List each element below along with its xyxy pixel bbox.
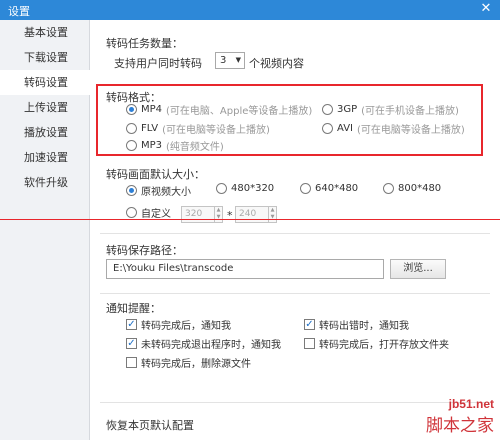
custom-size-separator: * — [227, 209, 233, 222]
format-option-avi[interactable]: AVI (可在电脑等设备上播放) — [322, 121, 465, 136]
checkbox-checked-icon: ✓ — [304, 319, 315, 330]
site-watermark: jb51.net 脚本之家 — [426, 397, 494, 436]
sidebar-item-upload[interactable]: 上传设置 — [0, 95, 89, 120]
delete-source-on-complete[interactable]: 转码完成后，删除源文件 — [126, 355, 251, 370]
custom-height-value: 240 — [239, 209, 257, 219]
format-option-name: 3GP — [337, 104, 358, 115]
radio-icon — [383, 183, 394, 194]
save-path-input[interactable]: E:\Youku Files\transcode — [106, 259, 384, 279]
tasks-suffix: 个视频内容 — [249, 57, 304, 70]
radio-icon — [126, 140, 137, 151]
radio-icon — [300, 183, 311, 194]
size-option-480x320[interactable]: 480*320 — [216, 183, 274, 194]
sidebar-item-playback[interactable]: 播放设置 — [0, 120, 89, 145]
notify-on-exit-incomplete[interactable]: ✓ 未转码完成退出程序时，通知我 — [126, 336, 281, 351]
notify-on-complete[interactable]: ✓ 转码完成后，通知我 — [126, 317, 231, 332]
sidebar-item-basic[interactable]: 基本设置 — [0, 20, 89, 45]
size-option-custom[interactable]: 自定义 — [126, 205, 171, 220]
format-option-flv[interactable]: FLV (可在电脑等设备上播放) — [126, 121, 270, 136]
checkbox-label: 转码完成后，通知我 — [141, 321, 231, 332]
radio-selected-icon — [126, 185, 137, 196]
checkbox-icon — [304, 338, 315, 349]
size-option-label: 480*320 — [231, 183, 275, 194]
watermark-domain: jb51.net — [448, 397, 494, 411]
tasks-select-value: 3 — [220, 55, 227, 66]
size-option-640x480[interactable]: 640*480 — [300, 183, 358, 194]
notify-on-error[interactable]: ✓ 转码出错时，通知我 — [304, 317, 409, 332]
tasks-select[interactable]: 3 ▼ — [215, 52, 245, 69]
custom-height-input[interactable]: 240 ▲ ▼ — [235, 206, 277, 223]
radio-icon — [126, 207, 137, 218]
checkbox-checked-icon: ✓ — [126, 338, 137, 349]
tasks-prefix: 支持用户同时转码 — [114, 57, 202, 70]
tasks-heading: 转码任务数量： — [106, 37, 183, 50]
title-bar: 设置 ✕ — [0, 0, 500, 20]
window-title: 设置 — [8, 5, 30, 18]
divider — [100, 233, 490, 234]
path-heading: 转码保存路径： — [106, 244, 183, 257]
size-option-label: 原视频大小 — [141, 187, 191, 198]
format-option-hint: (可在电脑等设备上播放) — [357, 125, 465, 136]
size-option-label: 640*480 — [315, 183, 359, 194]
sidebar-item-acceleration[interactable]: 加速设置 — [0, 145, 89, 170]
size-option-original[interactable]: 原视频大小 — [126, 183, 191, 198]
size-option-label: 800*480 — [398, 183, 442, 194]
radio-icon — [126, 123, 137, 134]
format-option-hint: (可在电脑、Apple等设备上播放) — [166, 106, 313, 117]
size-heading: 转码画面默认大小： — [106, 168, 205, 181]
checkbox-label: 未转码完成退出程序时，通知我 — [141, 340, 281, 351]
size-option-800x480[interactable]: 800*480 — [383, 183, 441, 194]
red-annotation-line — [0, 219, 500, 220]
format-option-mp3[interactable]: MP3 (纯音频文件) — [126, 138, 224, 153]
checkbox-icon — [126, 357, 137, 368]
format-option-hint: (纯音频文件) — [166, 142, 224, 153]
close-icon[interactable]: ✕ — [478, 1, 494, 17]
size-custom-label: 自定义 — [141, 209, 171, 220]
format-option-3gp[interactable]: 3GP (可在手机设备上播放) — [322, 102, 459, 117]
format-option-name: MP3 — [141, 140, 163, 151]
sidebar-item-upgrade[interactable]: 软件升级 — [0, 170, 89, 195]
checkbox-label: 转码出错时，通知我 — [319, 321, 409, 332]
checkbox-label: 转码完成后，删除源文件 — [141, 359, 251, 370]
format-option-hint: (可在电脑等设备上播放) — [162, 125, 270, 136]
browse-button[interactable]: 浏览... — [390, 259, 446, 279]
chevron-down-icon: ▼ — [235, 56, 241, 64]
restore-defaults-link[interactable]: 恢复本页默认配置 — [106, 417, 194, 433]
format-option-name: MP4 — [141, 104, 163, 115]
checkbox-checked-icon: ✓ — [126, 319, 137, 330]
format-option-name: FLV — [141, 123, 159, 134]
format-option-hint: (可在手机设备上播放) — [361, 106, 459, 117]
format-option-name: AVI — [337, 123, 353, 134]
divider — [100, 293, 490, 294]
notify-heading: 通知提醒： — [106, 302, 161, 315]
format-option-mp4[interactable]: MP4 (可在电脑、Apple等设备上播放) — [126, 102, 312, 117]
open-folder-on-complete[interactable]: 转码完成后，打开存放文件夹 — [304, 336, 449, 351]
custom-width-value: 320 — [185, 209, 203, 219]
radio-selected-icon — [126, 104, 137, 115]
settings-panel: 转码任务数量： 支持用户同时转码 3 ▼ 个视频内容 转码格式： MP4 (可在… — [0, 20, 500, 440]
sidebar: 基本设置 下载设置 转码设置 上传设置 播放设置 加速设置 软件升级 — [0, 20, 90, 440]
checkbox-label: 转码完成后，打开存放文件夹 — [319, 340, 449, 351]
watermark-name: 脚本之家 — [426, 416, 494, 436]
sidebar-item-download[interactable]: 下载设置 — [0, 45, 89, 70]
custom-width-input[interactable]: 320 ▲ ▼ — [181, 206, 223, 223]
radio-icon — [322, 123, 333, 134]
sidebar-item-transcode[interactable]: 转码设置 — [0, 70, 90, 95]
radio-icon — [322, 104, 333, 115]
radio-icon — [216, 183, 227, 194]
